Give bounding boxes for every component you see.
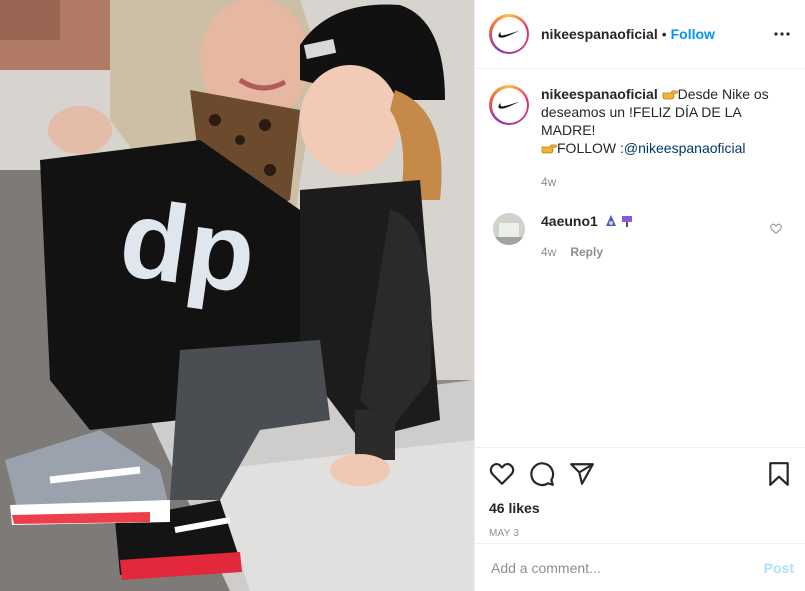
nike-swoosh-icon [498, 30, 520, 38]
reply-button[interactable]: Reply [570, 245, 603, 259]
more-options-icon[interactable] [770, 22, 794, 46]
caption-username[interactable]: nikeespanaoficial [541, 86, 658, 102]
post-actions: 46 likes MAY 3 [475, 447, 805, 543]
bookmark-icon[interactable] [766, 461, 792, 487]
caption-mention-link[interactable]: @nikeespanaoficial [624, 140, 746, 156]
pointing-hand-emoji-icon [662, 90, 678, 100]
comment-time[interactable]: 4w [541, 245, 556, 259]
add-comment-bar: Post [475, 543, 805, 591]
sign-emoji-icon [621, 216, 632, 227]
follow-button[interactable]: Follow [671, 26, 715, 42]
caption: nikeespanaoficial Desde Nike os deseamos… [489, 85, 792, 191]
separator-dot: • [661, 26, 667, 42]
avatar[interactable] [489, 14, 529, 54]
wizard-emoji-icon [605, 215, 616, 226]
post-photo[interactable]: dp [0, 0, 474, 591]
svg-text:dp: dp [113, 176, 263, 317]
heart-icon[interactable] [489, 461, 515, 487]
header-username[interactable]: nikeespanaoficial [541, 26, 658, 42]
caption-follow-text: FOLLOW : [557, 140, 624, 156]
comment-heart-icon[interactable] [770, 223, 782, 235]
comment-item: 4aeuno1 4w Reply [489, 213, 792, 259]
mother-and-child-photo: dp [0, 0, 474, 591]
post-header: nikeespanaoficial • Follow [475, 0, 805, 69]
post-sidebar: nikeespanaoficial • Follow nikeespanaofi… [474, 0, 805, 591]
comment-username[interactable]: 4aeuno1 [541, 213, 598, 229]
comment-icon[interactable] [529, 461, 555, 487]
comments-list[interactable]: nikeespanaoficial Desde Nike os deseamos… [475, 69, 805, 447]
comment-avatar[interactable] [493, 213, 525, 245]
post-comment-button[interactable]: Post [764, 560, 794, 576]
share-icon[interactable] [569, 461, 595, 487]
comment-input[interactable] [491, 559, 764, 576]
caption-avatar[interactable] [489, 85, 529, 125]
likes-count[interactable]: 46 likes [489, 500, 792, 516]
nike-swoosh-icon [498, 101, 520, 109]
caption-time[interactable]: 4w [541, 173, 791, 191]
pointing-hand-emoji-icon [541, 144, 557, 154]
post-date[interactable]: MAY 3 [489, 528, 792, 539]
